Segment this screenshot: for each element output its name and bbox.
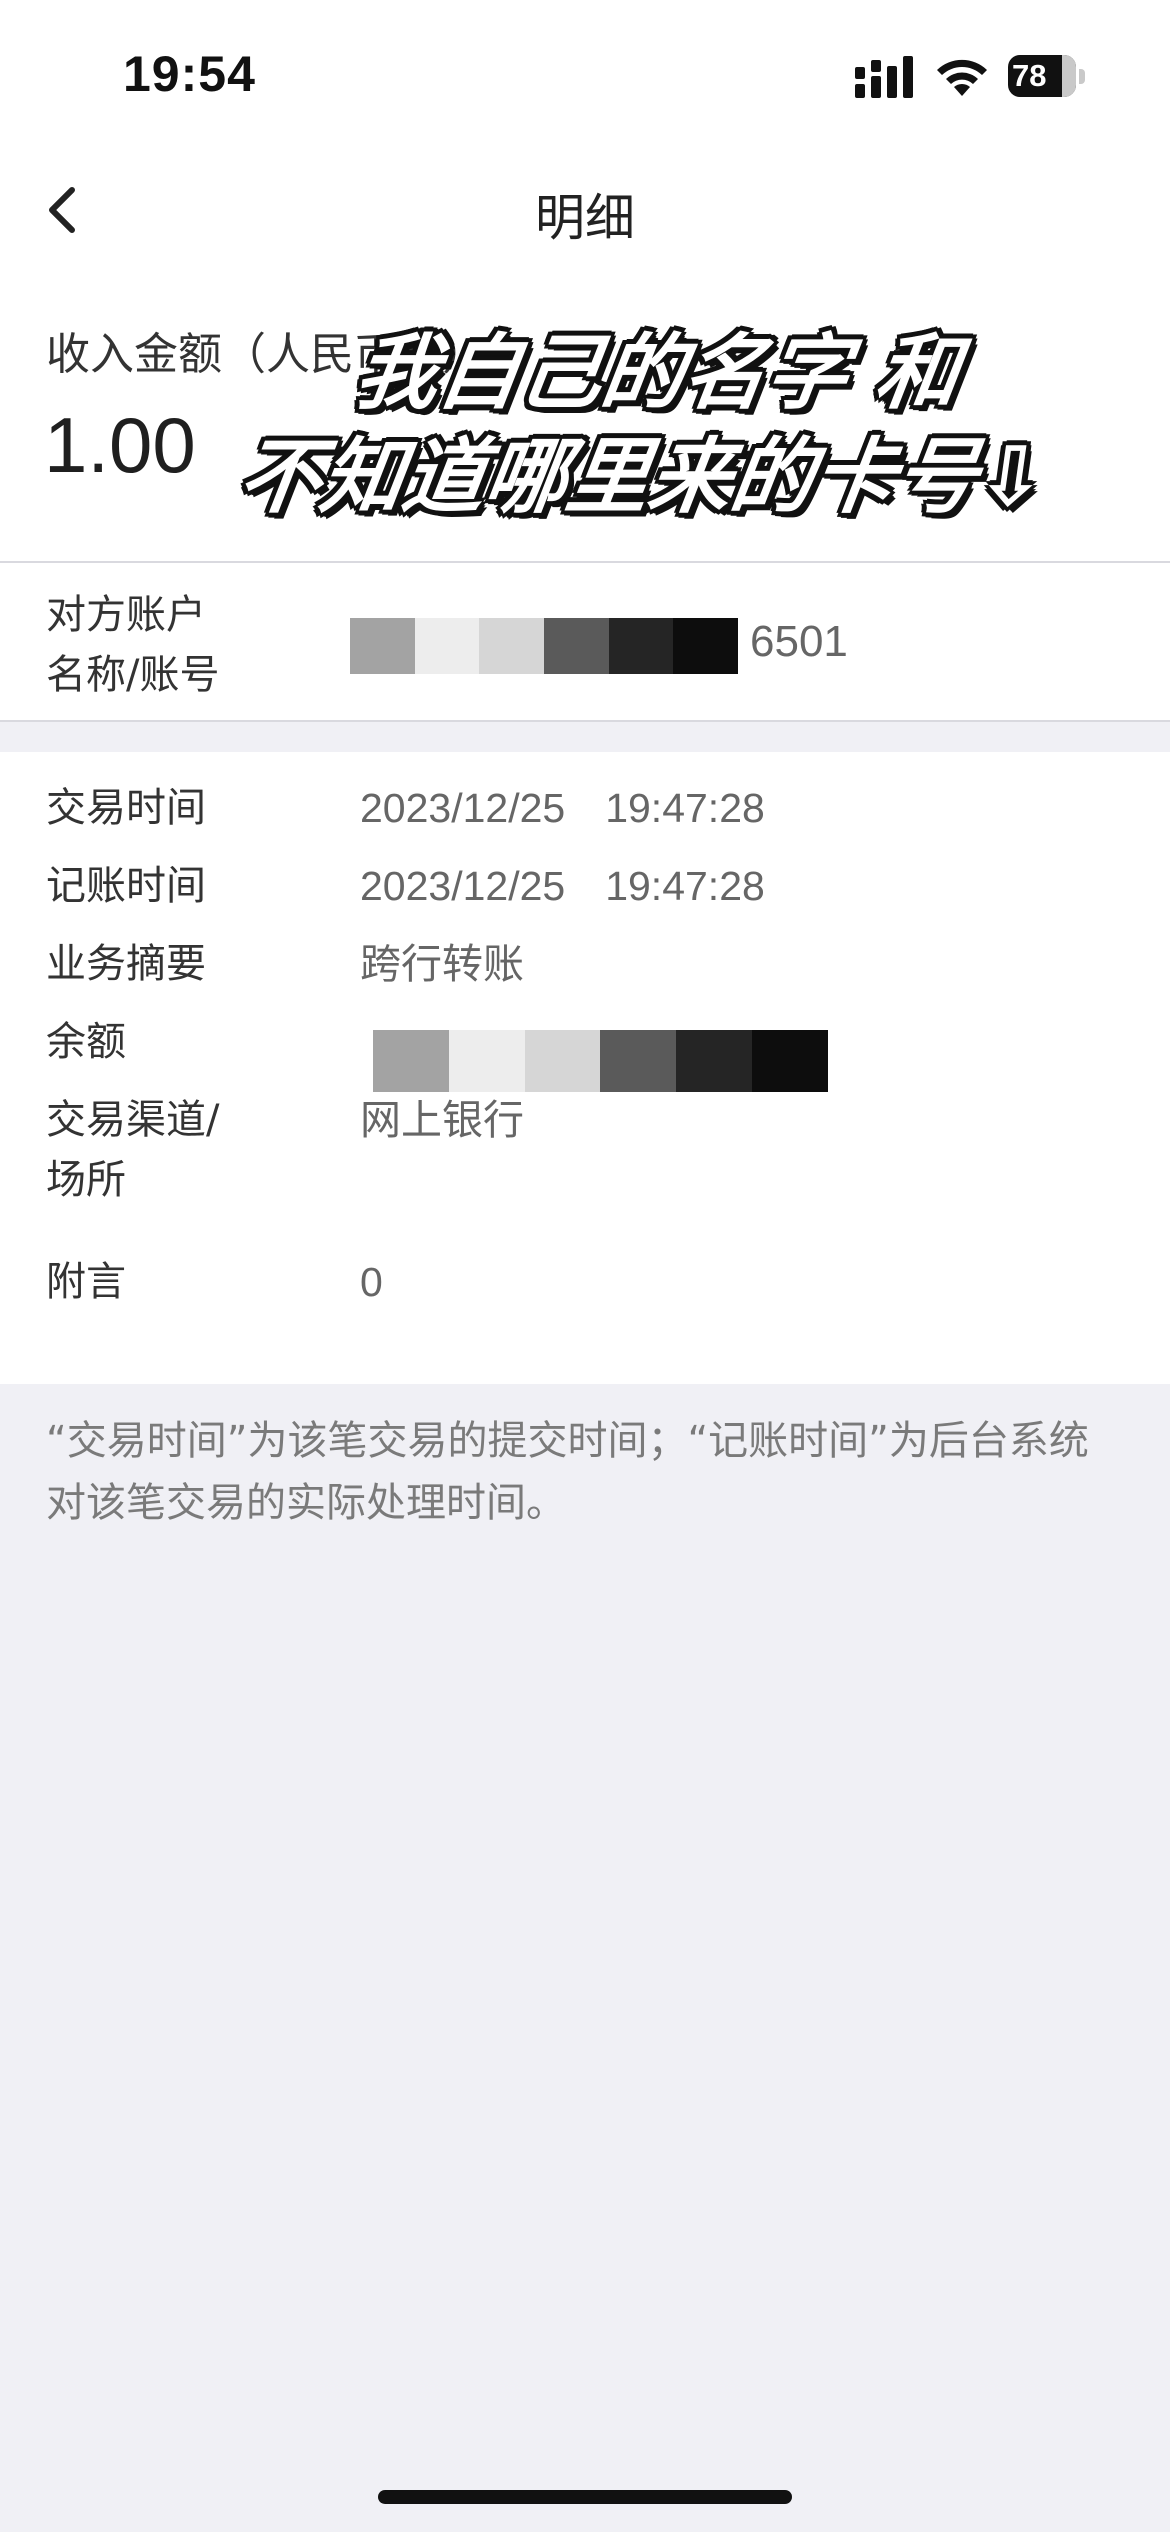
mask-segment bbox=[414, 618, 480, 674]
mask-segment bbox=[544, 618, 609, 674]
home-indicator[interactable] bbox=[378, 2490, 792, 2504]
nav-bar: 明细 bbox=[0, 140, 1170, 280]
detail-label: 附言 bbox=[46, 1259, 126, 1305]
details-section: 交易时间 2023/12/25 19:47:28 记账时间 2023/12/25 1… bbox=[0, 752, 1170, 1384]
detail-value: 跨行转账 bbox=[360, 940, 524, 988]
status-bar: 19:54 78 bbox=[0, 0, 1170, 140]
posting-time: 19:47:28 bbox=[605, 863, 765, 909]
mask-segment bbox=[373, 1030, 449, 1092]
detail-label: 余额 bbox=[46, 1019, 126, 1065]
mask-segment bbox=[676, 1030, 753, 1092]
counterparty-section: 对方账户 名称/账号 6501 bbox=[0, 563, 1170, 720]
counterparty-label-line: 对方账户 bbox=[46, 592, 206, 638]
mask-segment bbox=[608, 618, 674, 674]
detail-label: 记账时间 bbox=[46, 863, 206, 909]
detail-value: 2023/12/25 19:47:28 bbox=[360, 856, 765, 916]
signal-icon bbox=[855, 56, 913, 98]
overlay-caption: 我自己的名字 和 不知道哪里来的卡号⇩ bbox=[165, 322, 1134, 530]
mask-segment bbox=[448, 1030, 525, 1092]
counterparty-label-line: 名称/账号 bbox=[46, 652, 220, 698]
status-time: 19:54 bbox=[123, 46, 256, 102]
battery-icon: 78 bbox=[1008, 55, 1090, 99]
mask-segment bbox=[752, 1030, 828, 1092]
detail-value: 0 bbox=[360, 1259, 383, 1305]
footnote: “交易时间”为该笔交易的提交时间；“记账时间”为后台系统对该笔交易的实际处理时间… bbox=[46, 1418, 1089, 1526]
battery-level: 78 bbox=[1012, 58, 1047, 93]
detail-label: 交易时间 bbox=[46, 785, 206, 831]
mask-segment bbox=[479, 618, 545, 674]
account-number-suffix: 6501 bbox=[750, 617, 848, 666]
mask-segment bbox=[673, 618, 739, 674]
counterparty-label: 对方账户 名称/账号 bbox=[46, 585, 219, 705]
detail-label-line: 交易渠道/ bbox=[46, 1097, 220, 1143]
transaction-date: 2023/12/25 bbox=[360, 785, 566, 831]
detail-label-line: 场所 bbox=[46, 1157, 126, 1203]
detail-label: 业务摘要 bbox=[46, 941, 206, 987]
balance-mask bbox=[373, 1030, 828, 1092]
mask-segment bbox=[600, 1030, 677, 1092]
posting-date: 2023/12/25 bbox=[360, 863, 566, 909]
transaction-time: 19:47:28 bbox=[605, 785, 765, 831]
divider bbox=[0, 720, 1170, 722]
mask-segment bbox=[524, 1030, 601, 1092]
account-number-mask bbox=[350, 618, 739, 674]
detail-label: 交易渠道/ 场所 bbox=[46, 1090, 219, 1210]
wifi-icon bbox=[937, 59, 987, 96]
detail-value: 网上银行 bbox=[360, 1096, 524, 1144]
overlay-caption-line: 我自己的名字 和 bbox=[349, 326, 966, 421]
detail-value: 2023/12/25 19:47:28 bbox=[360, 778, 765, 838]
overlay-caption-line: 不知道哪里来的卡号⇩ bbox=[232, 430, 1053, 525]
page-title: 明细 bbox=[535, 189, 635, 247]
mask-segment bbox=[350, 618, 415, 674]
